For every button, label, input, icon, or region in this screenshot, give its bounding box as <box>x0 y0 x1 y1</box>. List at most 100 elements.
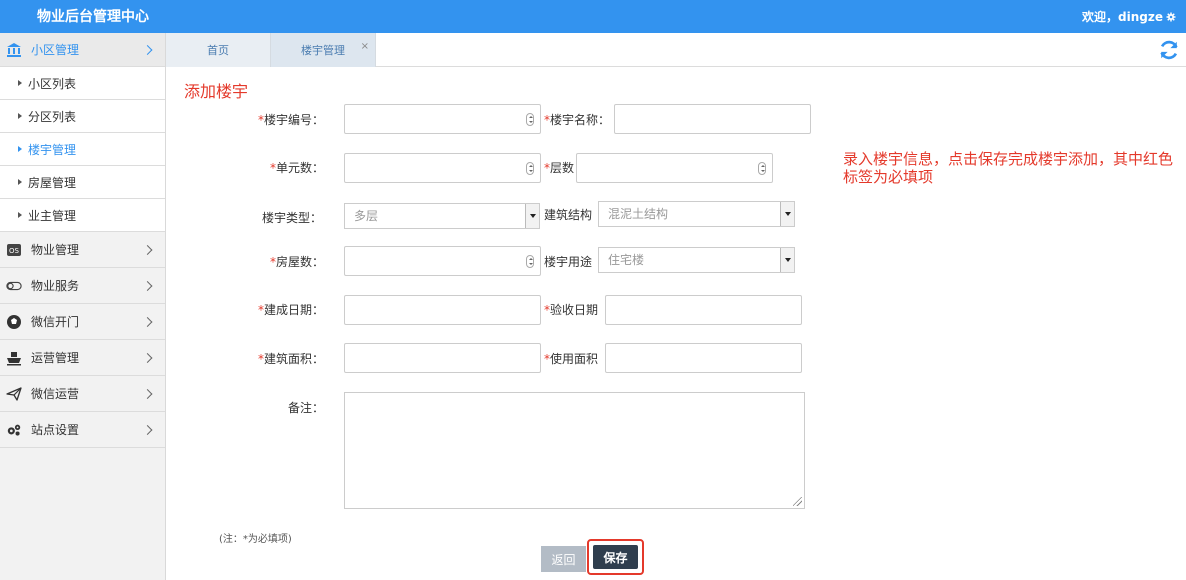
accept-date-label: *验收日期 <box>544 303 599 317</box>
os-badge-icon: OS <box>6 242 22 258</box>
sidebar-group-operations[interactable]: 运营管理 <box>0 340 165 376</box>
caret-right-icon <box>18 212 22 218</box>
caret-right-icon <box>18 179 22 185</box>
sidebar-item-label: 房屋管理 <box>28 175 77 190</box>
sidebar-group-label: 运营管理 <box>31 351 80 365</box>
sidebar-item-house-management[interactable]: 房屋管理 <box>0 166 165 199</box>
sidebar-item-owner-management[interactable]: 业主管理 <box>0 199 165 232</box>
save-button-highlight: 保存 <box>587 539 644 575</box>
floors-input[interactable] <box>576 153 773 183</box>
tab-label: 首页 <box>207 44 229 57</box>
svg-text:OS: OS <box>9 247 20 255</box>
sidebar-group-site-settings[interactable]: 站点设置 <box>0 412 165 448</box>
usage-value: 住宅楼 <box>608 253 645 267</box>
floor-area-label: *建筑面积： <box>258 352 325 366</box>
tab-building-management[interactable]: 楼宇管理 × <box>271 33 376 67</box>
usage-label: 楼宇用途 <box>544 255 593 269</box>
bank-icon <box>6 42 22 58</box>
sidebar-group-service[interactable]: 物业服务 <box>0 268 165 304</box>
top-header: 物业后台管理中心 欢迎，dingze <box>0 0 1186 33</box>
sidebar-item-label: 小区列表 <box>28 76 77 91</box>
caret-right-icon <box>18 113 22 119</box>
spinner-icon[interactable] <box>526 113 534 126</box>
sidebar-item-community-list[interactable]: 小区列表 <box>0 67 165 100</box>
refresh-icon[interactable] <box>1158 39 1180 61</box>
sidebar-group-wechat-door[interactable]: 微信开门 <box>0 304 165 340</box>
form-hint: 录入楼宇信息，点击保存完成楼宇添加，其中红色标签为必填项 <box>843 150 1174 186</box>
sidebar-item-zone-list[interactable]: 分区列表 <box>0 100 165 133</box>
units-input[interactable] <box>344 153 541 183</box>
built-date-input[interactable] <box>344 295 541 325</box>
tab-bar: 首页 楼宇管理 × <box>166 33 1186 67</box>
floor-area-input[interactable] <box>344 343 541 373</box>
usable-area-label: *使用面积 <box>544 352 599 366</box>
building-name-label: *楼宇名称： <box>544 113 611 127</box>
dropdown-arrow-icon <box>780 202 794 226</box>
user-menu[interactable]: 欢迎，dingze <box>1082 8 1176 25</box>
sidebar-group-label: 物业管理 <box>31 243 80 257</box>
sidebar-item-label: 楼宇管理 <box>28 142 77 157</box>
chevron-right-icon <box>142 280 153 291</box>
building-no-input[interactable] <box>344 104 541 134</box>
building-name-input[interactable] <box>614 104 811 134</box>
resize-grip-icon[interactable] <box>793 497 802 506</box>
soccer-ball-icon <box>6 314 22 330</box>
sidebar-group-label: 微信开门 <box>31 315 80 329</box>
sidebar-item-label: 分区列表 <box>28 109 77 124</box>
close-icon[interactable]: × <box>361 41 369 52</box>
chevron-right-icon <box>142 44 153 55</box>
usage-select[interactable]: 住宅楼 <box>598 247 795 273</box>
dropdown-arrow-icon <box>525 204 539 228</box>
floors-label: *层数 <box>544 161 575 175</box>
gears-icon <box>6 422 22 438</box>
spinner-icon[interactable] <box>526 162 534 175</box>
chevron-right-icon <box>142 244 153 255</box>
spinner-icon[interactable] <box>758 162 766 175</box>
chevron-right-icon <box>142 424 153 435</box>
paper-plane-icon <box>6 386 22 402</box>
remark-label: 备注： <box>288 401 325 415</box>
structure-select[interactable]: 混泥土结构 <box>598 201 795 227</box>
chevron-right-icon <box>142 316 153 327</box>
accept-date-input[interactable] <box>605 295 802 325</box>
units-label: *单元数： <box>270 161 325 175</box>
gear-icon <box>1166 12 1176 21</box>
chevron-right-icon <box>142 388 153 399</box>
page-title: 添加楼宇 <box>184 82 249 101</box>
structure-value: 混泥土结构 <box>608 207 669 221</box>
remark-textarea[interactable] <box>344 392 805 509</box>
usable-area-input[interactable] <box>605 343 802 373</box>
structure-label: 建筑结构 <box>544 208 593 222</box>
dropdown-arrow-icon <box>780 248 794 272</box>
rooms-label: *房屋数： <box>270 255 325 269</box>
app-title: 物业后台管理中心 <box>37 9 149 25</box>
caret-right-icon <box>18 146 22 152</box>
sidebar-item-building-management[interactable]: 楼宇管理 <box>0 133 165 166</box>
welcome-text: 欢迎，dingze <box>1082 10 1163 24</box>
sidebar-group-label: 小区管理 <box>31 43 80 57</box>
sidebar-item-label: 业主管理 <box>28 208 77 223</box>
sidebar: 小区管理 小区列表 分区列表 楼宇管理 房屋管理 业主管理 OS 物业管理 物业… <box>0 33 166 580</box>
sidebar-group-label: 站点设置 <box>31 423 80 437</box>
building-type-label: 楼宇类型： <box>262 211 323 225</box>
spinner-icon[interactable] <box>526 255 534 268</box>
building-no-label: *楼宇编号： <box>258 113 325 127</box>
tab-home[interactable]: 首页 <box>166 33 271 67</box>
sidebar-group-wechat-ops[interactable]: 微信运营 <box>0 376 165 412</box>
caret-right-icon <box>18 80 22 86</box>
sidebar-group-label: 微信运营 <box>31 387 80 401</box>
sidebar-group-property[interactable]: OS 物业管理 <box>0 232 165 268</box>
toggle-icon <box>6 278 22 294</box>
building-type-select[interactable]: 多层 <box>344 203 540 229</box>
sidebar-group-label: 物业服务 <box>31 279 80 293</box>
ship-icon <box>6 350 22 366</box>
save-button[interactable]: 保存 <box>593 545 638 569</box>
building-type-value: 多层 <box>354 209 379 223</box>
rooms-input[interactable] <box>344 246 541 276</box>
sidebar-group-community[interactable]: 小区管理 <box>0 33 165 67</box>
built-date-label: *建成日期： <box>258 303 325 317</box>
required-note: (注：*为必填项) <box>219 534 292 545</box>
chevron-right-icon <box>142 352 153 363</box>
back-button[interactable]: 返回 <box>541 546 586 572</box>
tab-label: 楼宇管理 <box>301 44 345 57</box>
